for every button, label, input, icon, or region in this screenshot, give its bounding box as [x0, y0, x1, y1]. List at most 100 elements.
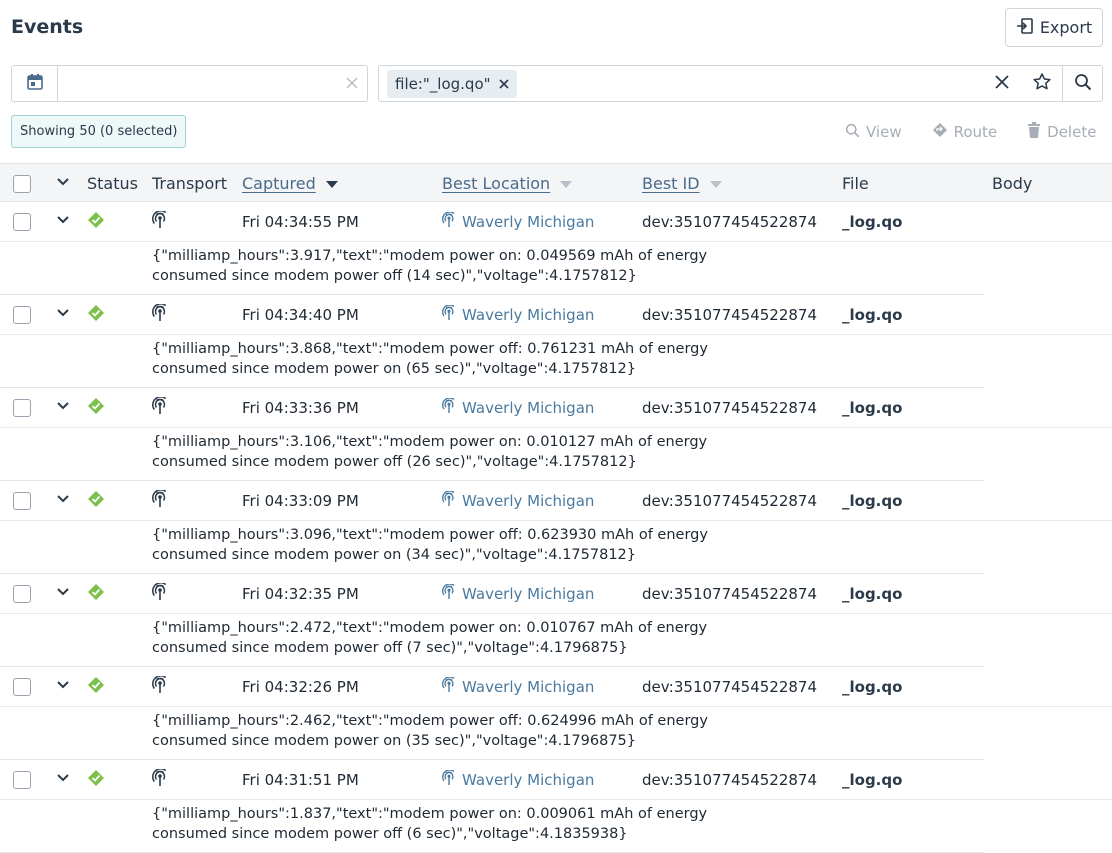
close-icon — [994, 74, 1010, 94]
row-expand-toggle[interactable] — [56, 202, 70, 242]
location-link[interactable]: Waverly Michigan — [462, 492, 594, 510]
chevron-down-icon — [56, 492, 70, 510]
date-filter — [11, 65, 368, 102]
calendar-button[interactable] — [12, 66, 58, 101]
row-checkbox[interactable] — [13, 492, 31, 510]
favorite-button[interactable] — [1022, 66, 1062, 101]
route-button[interactable]: Route — [932, 122, 998, 142]
row-expand-toggle[interactable] — [56, 481, 70, 521]
chevron-down-icon — [56, 174, 70, 193]
sort-icon[interactable] — [560, 174, 573, 193]
cellular-antenna-icon — [152, 396, 168, 419]
view-label: View — [866, 123, 902, 141]
row-summary: Fri 04:34:55 PM Waverly Michigan dev:351… — [0, 202, 1112, 242]
transport-cell — [152, 481, 168, 521]
best-location-cell[interactable]: Waverly Michigan — [442, 574, 594, 614]
expand-all-toggle[interactable] — [56, 164, 70, 203]
row-expand-toggle[interactable] — [56, 574, 70, 614]
row-expand-toggle[interactable] — [56, 667, 70, 707]
location-link[interactable]: Waverly Michigan — [462, 306, 594, 324]
status-cell — [87, 388, 105, 428]
best-location-cell[interactable]: Waverly Michigan — [442, 202, 594, 242]
event-body-line: consumed since modem power off (7 sec)",… — [152, 640, 628, 656]
view-button[interactable]: View — [845, 122, 902, 142]
search-icon — [1074, 73, 1092, 95]
status-ok-icon — [87, 583, 105, 605]
event-body: {"milliamp_hours":3.106,"text":"modem po… — [152, 432, 952, 472]
row-summary: Fri 04:33:09 PM Waverly Michigan dev:351… — [0, 481, 1112, 521]
best-location-cell[interactable]: Waverly Michigan — [442, 481, 594, 521]
row-expand-toggle[interactable] — [56, 760, 70, 800]
route-label: Route — [953, 123, 998, 141]
sort-icon[interactable] — [709, 174, 722, 193]
route-icon — [932, 122, 948, 142]
column-best-location-label[interactable]: Best Location — [442, 174, 550, 193]
location-link[interactable]: Waverly Michigan — [462, 399, 594, 417]
row-summary: Fri 04:34:40 PM Waverly Michigan dev:351… — [0, 295, 1112, 335]
best-id-cell: dev:351077454522874 — [642, 399, 818, 417]
row-expand-toggle[interactable] — [56, 388, 70, 428]
chevron-down-icon — [56, 585, 70, 603]
event-body: {"milliamp_hours":3.868,"text":"modem po… — [152, 339, 952, 379]
chevron-down-icon — [56, 306, 70, 324]
delete-button[interactable]: Delete — [1027, 122, 1096, 142]
chip-remove-icon[interactable] — [498, 75, 509, 93]
best-location-cell[interactable]: Waverly Michigan — [442, 295, 594, 335]
best-id-cell: dev:351077454522874 — [642, 585, 818, 603]
selection-count: Showing 50 (0 selected) — [11, 115, 187, 148]
calendar-icon — [26, 73, 44, 95]
row-select-cell — [13, 388, 31, 428]
column-best-id[interactable]: Best ID — [642, 164, 722, 203]
chevron-down-icon — [56, 399, 70, 417]
date-clear-button[interactable] — [337, 66, 367, 101]
row-checkbox[interactable] — [13, 678, 31, 696]
row-checkbox[interactable] — [13, 399, 31, 417]
event-body-line: {"milliamp_hours":2.462,"text":"modem po… — [152, 713, 708, 729]
event-body-line: consumed since modem power off (6 sec)",… — [152, 826, 628, 842]
search-button[interactable] — [1062, 66, 1102, 101]
best-location-cell[interactable]: Waverly Michigan — [442, 667, 594, 707]
column-captured[interactable]: Captured — [242, 164, 338, 203]
event-body-line: {"milliamp_hours":3.096,"text":"modem po… — [152, 527, 708, 543]
row-actions: View Route Delete — [845, 122, 1096, 142]
column-captured-label[interactable]: Captured — [242, 174, 316, 193]
select-all-checkbox[interactable] — [13, 174, 31, 193]
row-checkbox[interactable] — [13, 306, 31, 324]
export-icon — [1016, 17, 1034, 39]
location-link[interactable]: Waverly Michigan — [462, 771, 594, 789]
transport-cell — [152, 388, 168, 428]
close-icon — [346, 74, 358, 93]
search-filter[interactable]: file:"_log.qo" — [378, 65, 1103, 102]
row-checkbox[interactable] — [13, 585, 31, 603]
search-actions — [982, 66, 1102, 101]
cellular-antenna-icon — [152, 768, 168, 791]
best-id-cell: dev:351077454522874 — [642, 213, 818, 231]
event-body-line: {"milliamp_hours":3.868,"text":"modem po… — [152, 341, 708, 357]
export-button[interactable]: Export — [1005, 8, 1103, 47]
event-body-line: {"milliamp_hours":1.837,"text":"modem po… — [152, 806, 708, 822]
status-ok-icon — [87, 490, 105, 512]
status-cell — [87, 481, 105, 521]
location-link[interactable]: Waverly Michigan — [462, 585, 594, 603]
cellular-antenna-icon — [442, 583, 456, 604]
location-link[interactable]: Waverly Michigan — [462, 213, 594, 231]
column-body: Body — [992, 174, 1033, 193]
captured-cell: Fri 04:34:55 PM — [242, 213, 359, 231]
column-best-location[interactable]: Best Location — [442, 164, 573, 203]
clear-search-button[interactable] — [982, 66, 1022, 101]
status-ok-icon — [87, 769, 105, 791]
sort-desc-icon[interactable] — [325, 174, 338, 193]
column-status: Status — [87, 174, 138, 193]
page-title: Events — [11, 16, 84, 38]
best-location-cell[interactable]: Waverly Michigan — [442, 388, 594, 428]
column-best-id-label[interactable]: Best ID — [642, 174, 700, 193]
best-location-cell[interactable]: Waverly Michigan — [442, 760, 594, 800]
row-expand-toggle[interactable] — [56, 295, 70, 335]
table-header: Status Transport Captured Best Location … — [0, 163, 1112, 202]
row-checkbox[interactable] — [13, 213, 31, 231]
location-link[interactable]: Waverly Michigan — [462, 678, 594, 696]
event-body: {"milliamp_hours":1.837,"text":"modem po… — [152, 804, 952, 844]
delete-label: Delete — [1047, 123, 1097, 141]
row-checkbox[interactable] — [13, 771, 31, 789]
date-range-input[interactable] — [58, 66, 337, 101]
